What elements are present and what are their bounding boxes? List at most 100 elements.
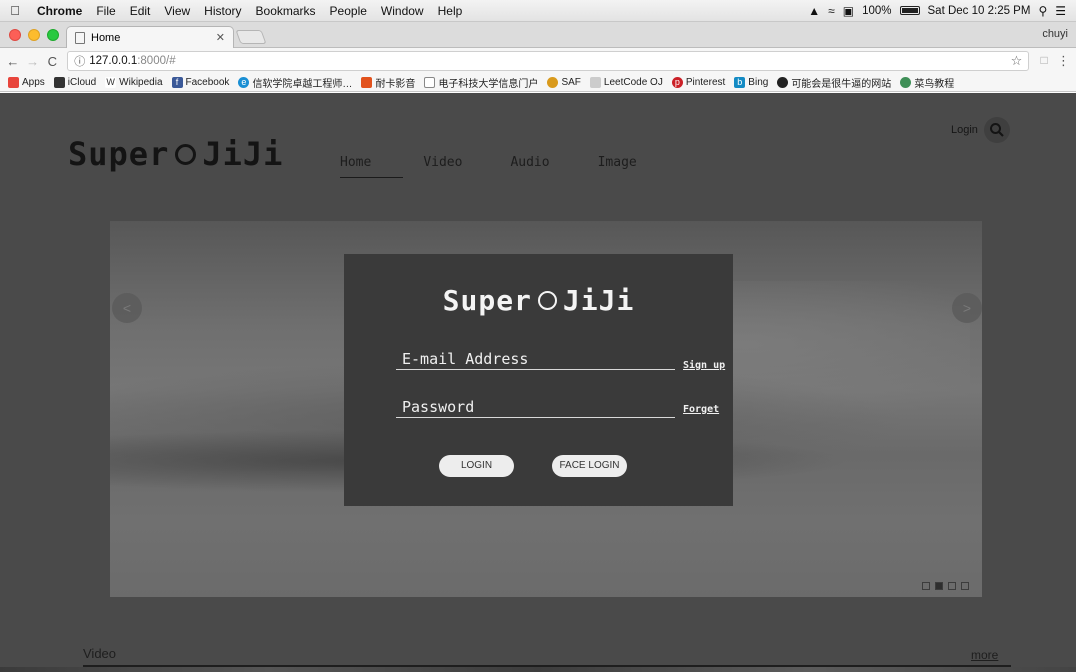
page-viewport: Super JiJi Home Video Audio Image Login …	[0, 93, 1076, 672]
spotlight-icon[interactable]: ⚲	[1038, 4, 1047, 18]
menu-window[interactable]: Window	[374, 4, 431, 18]
bookmark-github-site[interactable]: 可能会是很牛逼的网站	[777, 75, 891, 90]
login-modal: Super JiJi E-mail Address Sign up Passwo…	[344, 254, 733, 506]
bookmark-label: SAF	[561, 77, 581, 88]
carousel-indicators	[922, 582, 969, 590]
bookmark-label: iCloud	[67, 77, 97, 88]
extension-icon[interactable]: □	[1037, 53, 1051, 69]
bookmark-naika[interactable]: 耐卡影音	[361, 75, 415, 90]
reload-icon[interactable]: C	[46, 54, 60, 69]
media-icon	[361, 77, 373, 88]
battery-percent: 100%	[862, 4, 892, 17]
bookmark-pinterest[interactable]: p Pinterest	[671, 77, 726, 88]
menu-app-chrome[interactable]: Chrome	[30, 4, 89, 18]
carousel-dot[interactable]	[961, 582, 969, 590]
apps-grid-icon	[8, 77, 19, 88]
menu-history[interactable]: History	[197, 4, 248, 18]
facebook-icon: f	[171, 77, 183, 88]
tab-title: Home	[91, 31, 121, 44]
bookmark-label: Wikipedia	[119, 77, 163, 88]
bookmark-saf[interactable]: SAF	[547, 77, 581, 88]
menu-view[interactable]: View	[157, 4, 197, 18]
close-tab-icon[interactable]: ✕	[216, 31, 225, 44]
browser-tab-home[interactable]: Home ✕	[66, 26, 234, 48]
profile-name[interactable]: chuyi	[1042, 28, 1068, 40]
more-link[interactable]: more	[971, 648, 998, 662]
carousel-next-button[interactable]: >	[952, 293, 982, 323]
site-info-icon[interactable]: ⓘ	[74, 53, 85, 69]
wikipedia-icon: W	[105, 77, 117, 88]
menu-file[interactable]: File	[89, 4, 122, 18]
password-field[interactable]: Password	[396, 398, 675, 418]
search-button[interactable]	[984, 117, 1010, 143]
url-host: 127.0.0.1	[89, 55, 138, 67]
forward-icon[interactable]: →	[26, 54, 40, 69]
bookmark-wikipedia[interactable]: W Wikipedia	[105, 77, 163, 88]
qq-icon[interactable]: ▲	[808, 4, 820, 18]
menu-people[interactable]: People	[323, 4, 374, 18]
logo-text-left: Super	[68, 135, 170, 173]
chrome-menu-icon[interactable]: ⋮	[1057, 53, 1070, 69]
chevron-right-icon: >	[962, 300, 972, 316]
browser-toolbar: ← → C ⓘ 127.0.0.1 :8000/# ☆ □ ⋮	[0, 48, 1076, 74]
bookmark-xinruan[interactable]: e 信软学院卓越工程师…	[238, 75, 352, 90]
header-login-link[interactable]: Login	[951, 124, 978, 136]
carousel-dot[interactable]	[922, 582, 930, 590]
notification-center-icon[interactable]: ☰	[1055, 4, 1066, 18]
bookmark-facebook[interactable]: f Facebook	[171, 77, 230, 88]
new-tab-button[interactable]	[235, 30, 267, 44]
menu-bookmarks[interactable]: Bookmarks	[249, 4, 323, 18]
minimize-window-button[interactable]	[28, 29, 40, 41]
bookmarks-bar: Apps iCloud W Wikipedia f Facebook e 信软学院卓越…	[0, 74, 1076, 92]
window-controls	[9, 29, 59, 41]
nav-video[interactable]: Video	[423, 155, 462, 178]
menubar-clock[interactable]: Sat Dec 10 2:25 PM	[928, 5, 1031, 17]
url-path: :8000/#	[137, 55, 176, 67]
input-method-icon[interactable]: ▣	[843, 4, 854, 18]
bookmark-runoob[interactable]: 菜鸟教程	[900, 75, 954, 90]
wifi-icon[interactable]: ≈	[828, 4, 835, 18]
nav-audio[interactable]: Audio	[510, 155, 549, 178]
runoob-icon	[900, 77, 912, 88]
face-login-button[interactable]: FACE LOGIN	[552, 455, 627, 477]
browser-tab-strip: Home ✕ chuyi	[0, 22, 1076, 48]
search-icon	[990, 123, 1004, 137]
pinterest-icon: p	[671, 77, 683, 88]
modal-logo-text-left: Super	[442, 284, 532, 317]
page-icon	[75, 31, 85, 44]
logo-text-right: JiJi	[202, 135, 284, 173]
bookmark-label: 可能会是很牛逼的网站	[791, 79, 892, 90]
menu-edit[interactable]: Edit	[123, 4, 158, 18]
menu-help[interactable]: Help	[431, 4, 470, 18]
forget-password-link[interactable]: Forget	[683, 404, 719, 415]
sign-up-link[interactable]: Sign up	[683, 360, 725, 371]
bookmark-bing[interactable]: b Bing	[734, 77, 768, 88]
carousel-prev-button[interactable]: <	[112, 293, 142, 323]
apple-menu-icon[interactable]: 	[0, 3, 30, 18]
bookmark-apps[interactable]: Apps	[8, 77, 45, 88]
carousel-dot[interactable]	[948, 582, 956, 590]
zoom-window-button[interactable]	[47, 29, 59, 41]
back-icon[interactable]: ←	[6, 54, 20, 69]
video-section-title: Video	[83, 646, 117, 661]
video-thumbnail-strip	[0, 667, 1076, 672]
address-bar[interactable]: ⓘ 127.0.0.1 :8000/# ☆	[67, 51, 1030, 71]
login-button[interactable]: LOGIN	[439, 455, 514, 477]
email-field[interactable]: E-mail Address	[396, 350, 675, 370]
nav-home[interactable]: Home	[340, 155, 404, 178]
bookmark-uestc[interactable]: 电子科技大学信息门户	[424, 75, 538, 90]
battery-icon[interactable]	[899, 6, 920, 15]
nav-image[interactable]: Image	[598, 155, 637, 178]
saf-icon	[547, 77, 559, 88]
chevron-left-icon: <	[122, 300, 132, 316]
bookmark-leetcode[interactable]: LeetCode OJ	[589, 77, 663, 88]
carousel-dot[interactable]	[935, 582, 943, 590]
logo-ring-icon	[537, 291, 557, 310]
close-window-button[interactable]	[9, 29, 21, 41]
bookmark-star-icon[interactable]: ☆	[1011, 53, 1023, 69]
bookmark-label: 电子科技大学信息门户	[438, 79, 539, 90]
bookmark-label: Pinterest	[685, 77, 726, 88]
site-logo[interactable]: Super JiJi	[68, 135, 283, 173]
bookmark-icloud[interactable]: iCloud	[53, 77, 97, 88]
bookmark-label: Facebook	[185, 77, 230, 88]
